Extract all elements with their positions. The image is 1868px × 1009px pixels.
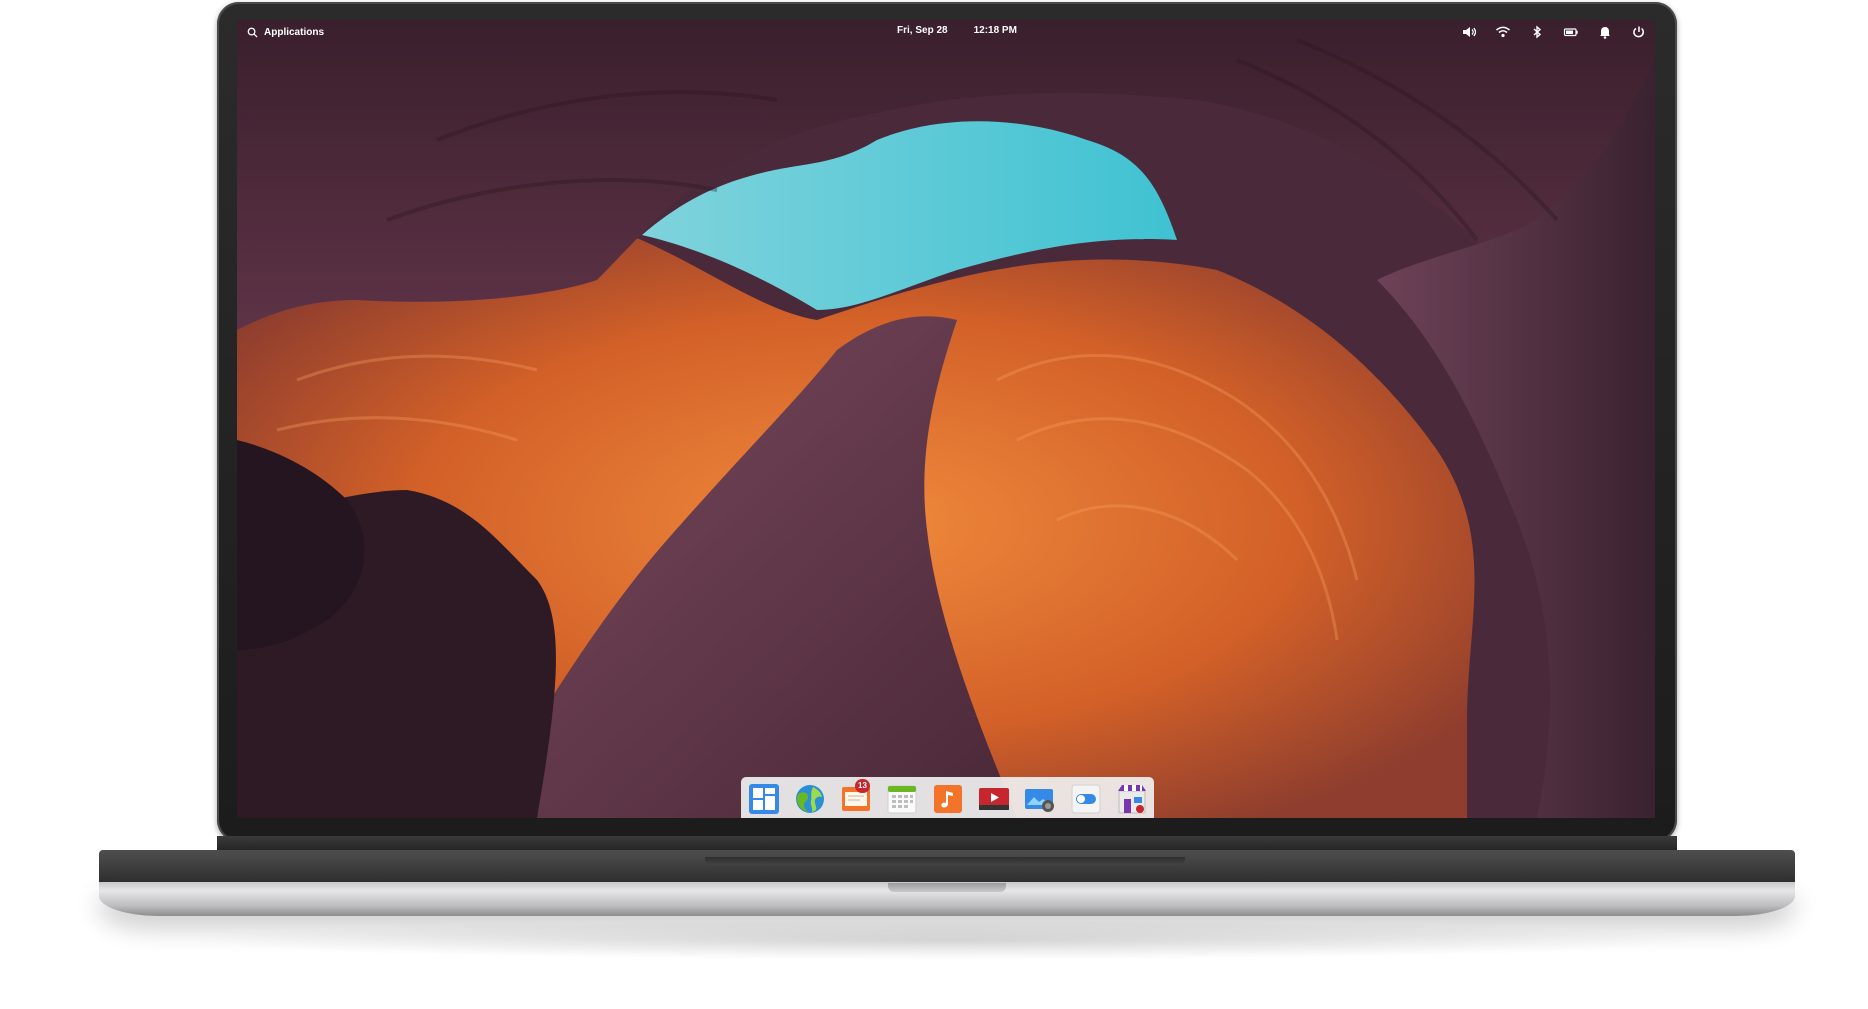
dock-item-web-browser[interactable]: [794, 783, 826, 815]
browser-globe-icon: [796, 785, 824, 813]
floor-shadow: [180, 920, 1710, 960]
dock: 13: [741, 777, 1154, 818]
laptop-mockup: Applications Fri, Sep 28 12:18 PM 13: [0, 0, 1868, 1009]
dock-item-multitasking-view[interactable]: [748, 783, 780, 815]
top-panel: Applications Fri, Sep 28 12:18 PM: [237, 20, 1655, 44]
photos-icon: [1025, 789, 1054, 812]
lid-opening-groove: [705, 857, 1185, 865]
date-time-indicator[interactable]: Fri, Sep 28 12:18 PM: [897, 25, 1017, 39]
applications-menu-button[interactable]: Applications: [247, 24, 324, 40]
laptop-hinge: [217, 836, 1677, 850]
dock-item-mail[interactable]: 13: [840, 779, 872, 815]
canyon-wallpaper: [237, 20, 1655, 818]
wifi-icon[interactable]: [1495, 24, 1511, 40]
time-label: 12:18 PM: [973, 25, 1017, 36]
dock-item-photos[interactable]: [1024, 783, 1056, 815]
multitasking-icon: [749, 784, 779, 814]
dock-item-music[interactable]: [932, 783, 964, 815]
applications-label: Applications: [264, 26, 325, 38]
lid-notch: [888, 883, 1006, 892]
notifications-icon[interactable]: [1597, 24, 1613, 40]
dock-item-calendar[interactable]: [886, 783, 918, 815]
desktop-screen: Applications Fri, Sep 28 12:18 PM 13: [237, 20, 1655, 818]
battery-icon[interactable]: [1563, 24, 1579, 40]
laptop-base-top: [99, 850, 1795, 884]
system-indicators: [1461, 23, 1647, 41]
dock-item-system-settings[interactable]: [1070, 783, 1102, 815]
dock-item-appcenter[interactable]: [1116, 783, 1148, 815]
dock-item-videos[interactable]: [978, 783, 1010, 815]
calendar-icon: [887, 785, 917, 814]
settings-toggle-icon: [1071, 784, 1101, 814]
unread-count-badge: 13: [855, 779, 870, 793]
bluetooth-icon[interactable]: [1529, 24, 1545, 40]
video-play-icon: [979, 788, 1009, 810]
music-note-icon: [934, 785, 962, 813]
power-icon[interactable]: [1631, 24, 1647, 40]
search-icon: [247, 27, 258, 38]
volume-icon[interactable]: [1461, 24, 1477, 40]
date-label: Fri, Sep 28: [897, 25, 948, 36]
appcenter-store-icon: [1118, 785, 1146, 814]
